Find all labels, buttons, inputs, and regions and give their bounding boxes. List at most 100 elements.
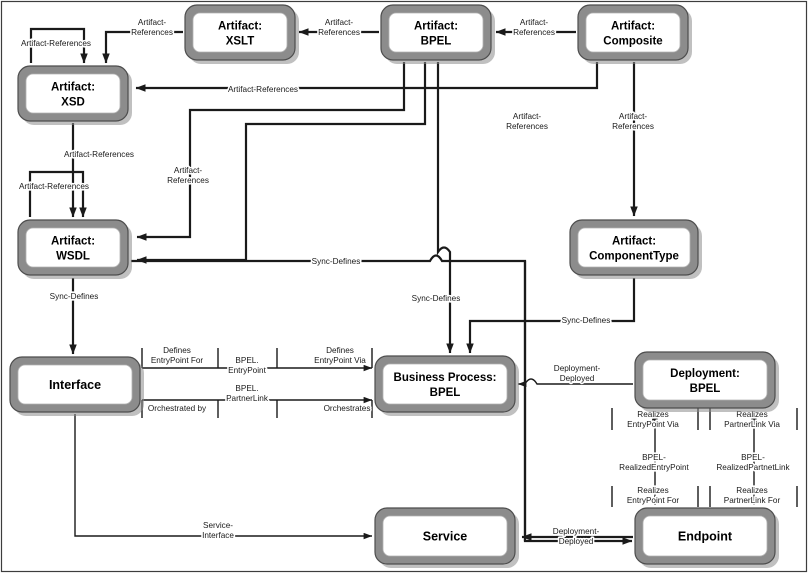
lbl-composite-comp: Artifact-ReferencesArtifact-References xyxy=(610,111,655,133)
lbl-service-iface: Service-InterfaceService-Interface xyxy=(200,520,236,542)
edge-composite-xsd xyxy=(135,62,599,92)
node-label-line2: BPEL xyxy=(430,387,461,399)
lbl-bpel-partnerlink-text: BPEL. xyxy=(235,384,258,393)
lbl-deploy-endpoint-text: Deployment- xyxy=(553,527,600,536)
lbl-composite-xslt-text: Artifact- xyxy=(520,18,548,27)
lbl-realizes-ep-for-text: Realizes xyxy=(637,486,668,495)
node-label-line2: Composite xyxy=(603,36,662,48)
lbl-bpel-realized-ep-text: BPEL- xyxy=(642,453,666,462)
lbl-defines-ep-via-text: EntryPoint Via xyxy=(314,356,366,365)
lbl-wsdl-sync-text: Sync-Defines xyxy=(312,257,361,266)
lbl-bpel-sync: Sync-DefinesSync-Defines xyxy=(410,293,462,305)
lbl-xsd-wsdl-text: Artifact-References xyxy=(64,150,134,159)
lbl-bpel-sync-text: Sync-Defines xyxy=(412,294,461,303)
node-label-line2: BPEL xyxy=(690,383,721,395)
lbl-deploy-endpoint: Deployment-DeployedDeployment-Deployed xyxy=(551,526,601,548)
node-label-line1: Artifact: xyxy=(611,21,655,33)
lbl-bpel-wsdl-text: Artifact- xyxy=(174,166,202,175)
lbl-bpel-entrypoint: BPEL.EntryPointBPEL.EntryPoint xyxy=(227,355,269,377)
lbl-service-iface-text: Service- xyxy=(203,521,233,530)
lbl-comp-sync-text: Sync-Defines xyxy=(562,316,611,325)
node-business_process[interactable]: Business Process: BPEL xyxy=(374,355,519,416)
edge-iface-service xyxy=(74,414,373,540)
lbl-xslt-to-xsd-text: Artifact- xyxy=(138,18,166,27)
lbl-composite-xslt-text: References xyxy=(513,28,555,37)
lbl-realizes-pl-via: RealizesPartnerLink ViaRealizesPartnerLi… xyxy=(722,409,781,431)
lbl-xsd-wsdl: Artifact-ReferencesArtifact-References xyxy=(62,149,135,161)
lbl-bpel-compref: Artifact-ReferencesArtifact-References xyxy=(504,111,549,133)
lbl-deploy-endpoint-text: Deployed xyxy=(559,537,594,546)
lbl-composite-xsd: Artifact-ReferencesArtifact-References xyxy=(226,84,299,96)
node-label-line1: Artifact: xyxy=(51,236,95,248)
lbl-bpel-compref-text: Artifact- xyxy=(513,112,541,121)
edge-bpel-sync-bp xyxy=(436,62,454,354)
node-label-line2: ComponentType xyxy=(589,251,679,263)
lbl-bpel-realized-pl: BPEL-RealizedPartnetLinkBPEL-RealizedPar… xyxy=(715,452,792,474)
node-artifact_bpel[interactable]: Artifact: BPEL xyxy=(380,4,495,64)
node-label-line1: Artifact: xyxy=(218,21,262,33)
nodes-layer: Artifact: XSLT Artifact: BPEL Artifact: Compo… xyxy=(9,4,779,568)
lbl-bpel-realized-ep-text: RealizedEntryPoint xyxy=(619,463,689,472)
node-label-line1: Artifact: xyxy=(612,236,656,248)
soa-artifact-diagram: Artifact-ReferencesArtifact-ReferencesAr… xyxy=(0,0,808,573)
lbl-bpel-wsdl-text: References xyxy=(167,176,209,185)
lbl-composite-xsd-text: Artifact-References xyxy=(228,85,298,94)
lbl-bpel-xslt-text: References xyxy=(318,28,360,37)
lbl-realizes-ep-for: RealizesEntryPoint ForRealizesEntryPoint… xyxy=(625,485,681,507)
lbl-orchestrated-by: Orchestrated byOrchestrated by xyxy=(146,403,208,415)
lbl-wsdl-self-text: Artifact-References xyxy=(19,182,89,191)
node-endpoint[interactable]: Endpoint xyxy=(634,507,779,568)
node-label-line2: BPEL xyxy=(421,36,452,48)
lbl-composite-comp-text: Artifact- xyxy=(619,112,647,121)
node-artifact_composite[interactable]: Artifact: Composite xyxy=(577,4,692,64)
lbl-defines-ep-via: DefinesEntryPoint ViaDefinesEntryPoint V… xyxy=(313,345,368,367)
lbl-bpel-xslt: Artifact-ReferencesArtifact-References xyxy=(316,17,361,39)
lbl-defines-ep-for-text: Defines xyxy=(163,346,191,355)
node-label-line1: Business Process: xyxy=(394,372,497,384)
lbl-realizes-pl-for-text: PartnerLink For xyxy=(724,496,781,505)
lbl-bpel-entrypoint-text: BPEL. xyxy=(235,356,258,365)
lbl-realizes-pl-via-text: PartnerLink Via xyxy=(724,420,780,429)
lbl-deploy-bp-text: Deployment- xyxy=(554,364,601,373)
node-artifact_xsd[interactable]: Artifact: XSD xyxy=(17,65,132,125)
node-artifact_xslt[interactable]: Artifact: XSLT xyxy=(184,4,299,64)
node-label-line1: Artifact: xyxy=(414,21,458,33)
lbl-bpel-wsdl: Artifact-ReferencesArtifact-References xyxy=(165,165,210,187)
node-label-line1: Interface xyxy=(49,378,101,392)
lbl-realizes-pl-for: RealizesPartnerLink ForRealizesPartnerLi… xyxy=(722,485,782,507)
node-service[interactable]: Service xyxy=(374,507,519,568)
lbl-xslt-to-xsd-text: References xyxy=(131,28,173,37)
lbl-deploy-bp-text: Deployed xyxy=(560,374,595,383)
lbl-bpel-realized-pl-text: BPEL- xyxy=(741,453,765,462)
node-label-line1: Endpoint xyxy=(678,529,733,543)
lbl-bpel-partnerlink-text: PartnerLink xyxy=(226,394,269,403)
lbl-realizes-ep-via-text: EntryPoint Via xyxy=(627,420,679,429)
lbl-wsdl-sync: Sync-DefinesSync-Defines xyxy=(310,256,362,268)
node-label-line1: Service xyxy=(423,529,468,543)
lbl-defines-ep-for-text: EntryPoint For xyxy=(151,356,204,365)
lbl-wsdl-self: Artifact-ReferencesArtifact-References xyxy=(17,181,90,193)
diagram-canvas: Artifact-References Artifact-References Ar… xyxy=(0,0,808,573)
node-interface[interactable]: Interface xyxy=(9,356,144,416)
node-deployment_bpel[interactable]: Deployment: BPEL xyxy=(634,351,779,412)
lbl-xslt-to-xsd: Artifact-ReferencesArtifact-References xyxy=(129,17,174,39)
lbl-bpel-entrypoint-text: EntryPoint xyxy=(228,366,266,375)
lbl-defines-ep-for: DefinesEntryPoint ForDefinesEntryPoint F… xyxy=(149,345,205,367)
lbl-composite-xslt: Artifact-ReferencesArtifact-References xyxy=(511,17,556,39)
lbl-defines-ep-via-text: Defines xyxy=(326,346,354,355)
lbl-wsdl-sync-down: Sync-DefinesSync-Defines xyxy=(48,291,100,303)
lbl-service-iface-text: Interface xyxy=(202,531,234,540)
edge-wsdl-self xyxy=(28,170,87,218)
lbl-bpel-xslt-text: Artifact- xyxy=(325,18,353,27)
node-label-line1: Artifact: xyxy=(51,82,95,94)
lbl-realizes-ep-via: RealizesEntryPoint ViaRealizesEntryPoint… xyxy=(626,409,681,431)
node-artifact_wsdl[interactable]: Artifact: WSDL xyxy=(17,219,132,279)
lbl-bpel-compref-text: References xyxy=(506,122,548,131)
lbl-comp-sync: Sync-DefinesSync-Defines xyxy=(560,315,612,327)
node-artifact_comptype[interactable]: Artifact: ComponentType xyxy=(569,219,702,279)
lbl-xsd-self: Artifact-ReferencesArtifact-References xyxy=(19,38,92,50)
node-label-line1: Deployment: xyxy=(670,368,740,380)
node-label-line2: XSLT xyxy=(226,36,255,48)
node-label-line2: WSDL xyxy=(56,251,90,263)
lbl-wsdl-sync-down-text: Sync-Defines xyxy=(50,292,99,301)
